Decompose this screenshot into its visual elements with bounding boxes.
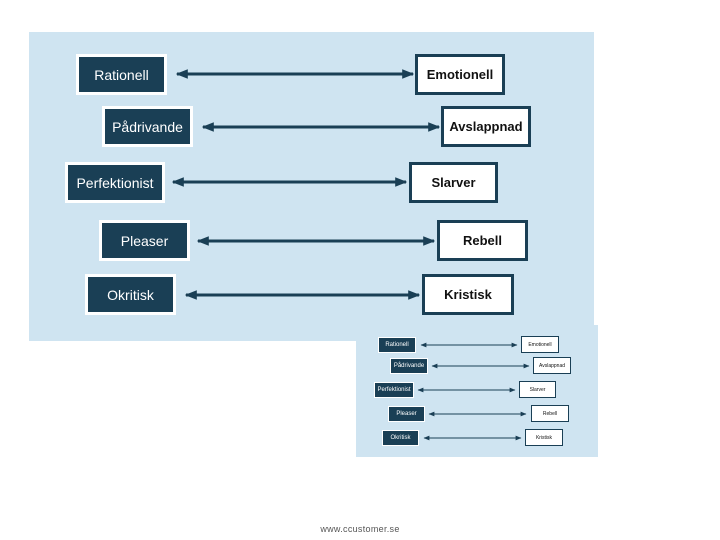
- right-trait-label: Rebell: [462, 233, 502, 248]
- right-trait-box: Slarver: [409, 162, 498, 203]
- left-trait-label: Rationell: [94, 66, 149, 83]
- right-trait-label: Avslappnad: [449, 119, 523, 134]
- thumb-left-label: Pleaser: [396, 411, 417, 417]
- thumb-right-box: Kristisk: [525, 429, 563, 446]
- thumb-right-label: Avslappnad: [538, 362, 566, 369]
- thumb-left-label: Okritisk: [390, 435, 411, 441]
- right-trait-box: Kristisk: [422, 274, 514, 315]
- left-trait-box: Pådrivande: [102, 106, 193, 147]
- left-trait-box: Rationell: [76, 54, 167, 95]
- thumb-right-box: Emotionell: [521, 336, 559, 353]
- thumb-left-label: Perfektionist: [377, 387, 411, 393]
- thumb-right-box: Slarver: [519, 381, 556, 398]
- left-trait-label: Perfektionist: [76, 174, 154, 191]
- left-trait-label: Okritisk: [107, 286, 154, 303]
- right-trait-label: Slarver: [431, 175, 476, 190]
- right-trait-label: Emotionell: [426, 67, 494, 82]
- thumb-right-label: Slarver: [529, 386, 546, 393]
- thumb-left-box: Okritisk: [382, 430, 419, 446]
- thumb-left-box: Pådrivande: [390, 358, 428, 374]
- right-trait-box: Avslappnad: [441, 106, 531, 147]
- thumb-left-box: Rationell: [378, 337, 416, 353]
- left-trait-box: Perfektionist: [65, 162, 165, 203]
- thumb-right-box: Avslappnad: [533, 357, 571, 374]
- thumb-right-label: Emotionell: [528, 341, 552, 348]
- thumb-right-label: Rebell: [542, 410, 558, 417]
- right-trait-box: Emotionell: [415, 54, 505, 95]
- left-trait-label: Pleaser: [120, 232, 169, 249]
- right-trait-label: Kristisk: [444, 287, 492, 302]
- thumb-right-label: Kristisk: [535, 434, 553, 441]
- thumb-left-label: Pådrivande: [393, 363, 425, 369]
- thumb-right-box: Rebell: [531, 405, 569, 422]
- left-trait-label: Pådrivande: [112, 118, 183, 135]
- thumb-left-box: Perfektionist: [374, 382, 414, 398]
- left-trait-box: Pleaser: [99, 220, 190, 261]
- right-trait-box: Rebell: [437, 220, 528, 261]
- footer-url: www.ccustomer.se: [320, 524, 400, 534]
- thumb-left-box: Pleaser: [388, 406, 425, 422]
- left-trait-box: Okritisk: [85, 274, 176, 315]
- thumb-left-label: Rationell: [385, 342, 409, 348]
